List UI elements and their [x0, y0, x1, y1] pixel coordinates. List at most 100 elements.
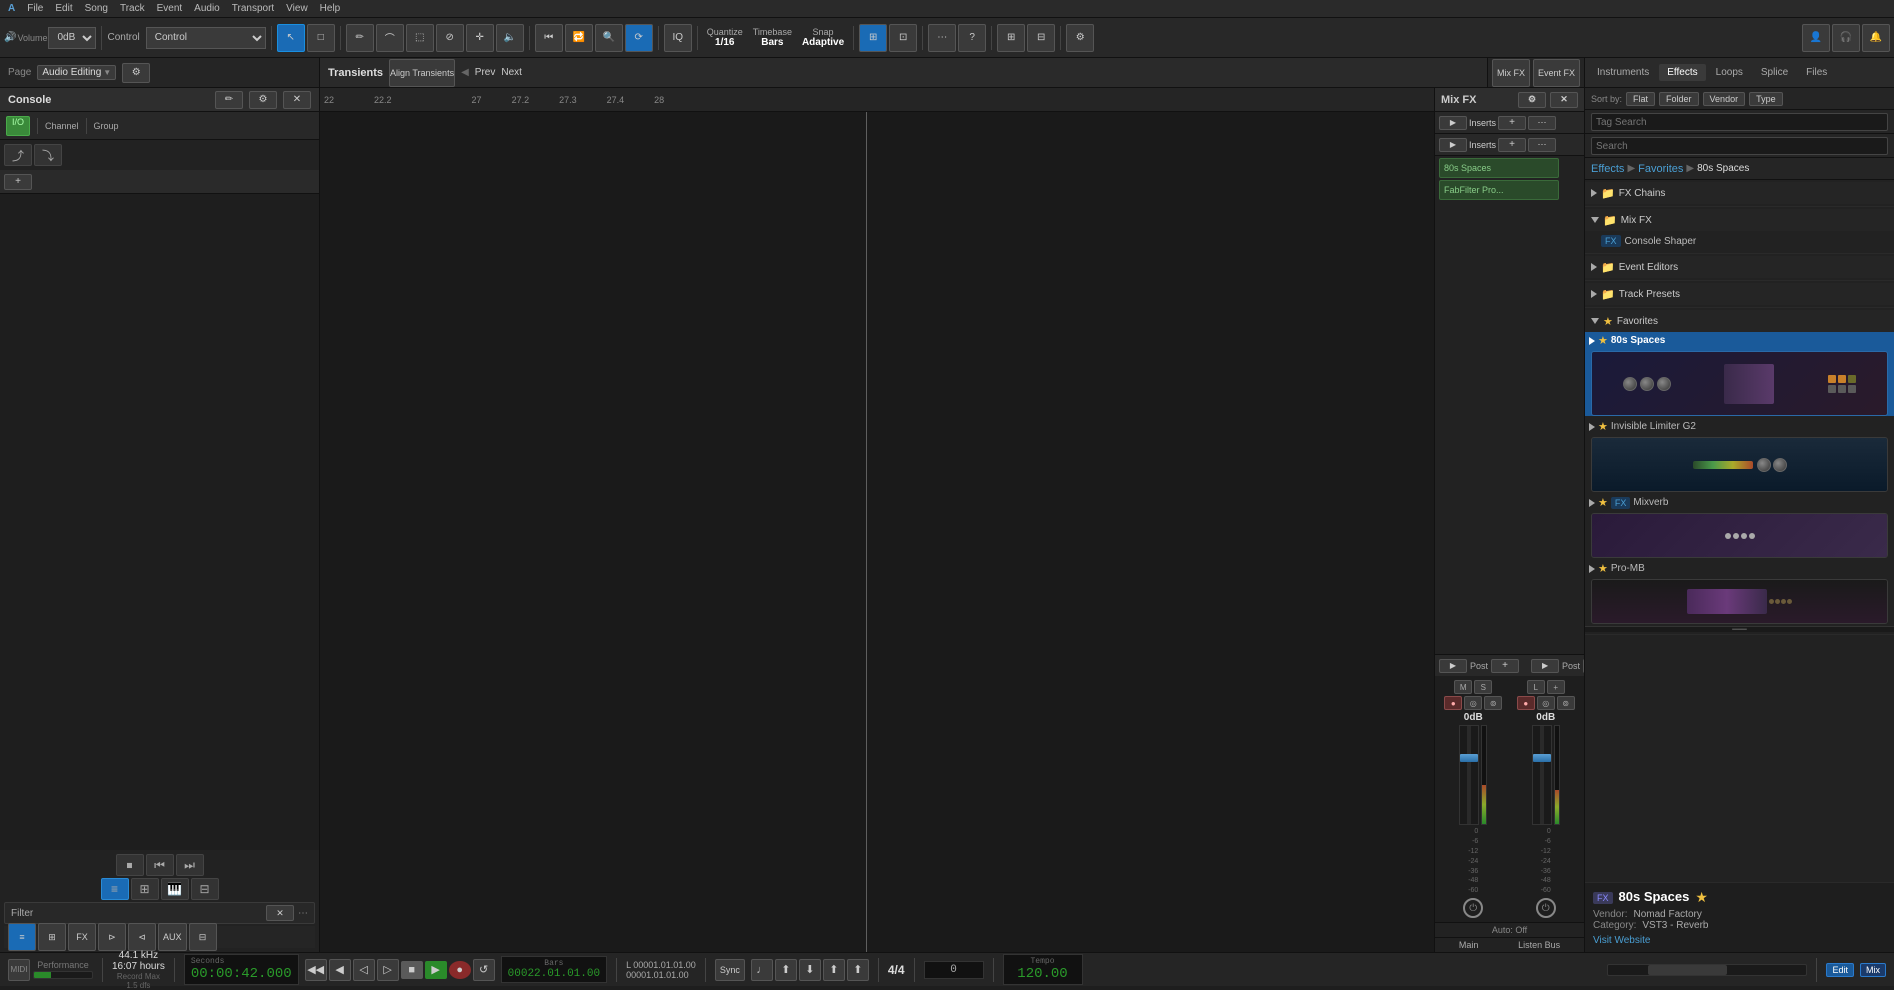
insert-slot-1[interactable]: 80s Spaces	[1439, 158, 1559, 178]
invisible-limiter-header[interactable]: ★ Invisible Limiter G2	[1585, 418, 1894, 435]
menu-audio[interactable]: Audio	[194, 3, 220, 14]
inserts-more-btn1[interactable]: ⋯	[1528, 116, 1556, 130]
timebase-value[interactable]: Bars	[761, 37, 783, 48]
snap-active-btn[interactable]: ⊞	[859, 24, 887, 52]
tag-search-input[interactable]	[1591, 113, 1888, 131]
menu-song[interactable]: Song	[85, 3, 108, 14]
aux-btn4[interactable]: ⊲	[128, 923, 156, 951]
stop-btn[interactable]: ⏹	[116, 854, 144, 876]
mix-fx-panel-btn[interactable]: Mix FX	[1492, 59, 1530, 87]
menu-edit[interactable]: Edit	[55, 3, 72, 14]
tab-files[interactable]: Files	[1798, 64, 1835, 81]
menu-help[interactable]: Help	[320, 3, 341, 14]
tab-splice[interactable]: Splice	[1753, 64, 1796, 81]
l-btn-2[interactable]: L	[1527, 680, 1545, 694]
fader-handle-1[interactable]	[1460, 754, 1478, 762]
transport-prev3-btn[interactable]: ◁	[353, 959, 375, 981]
invisible-limiter-thumbnail[interactable]	[1591, 437, 1888, 492]
select-tool-btn[interactable]: □	[307, 24, 335, 52]
ch-btn2-2[interactable]: ◎	[1537, 696, 1555, 710]
headphone-btn[interactable]: 🎧	[1832, 24, 1860, 52]
power-btn-1[interactable]: ⏻	[1463, 898, 1483, 918]
transport-prev2-btn[interactable]: ◀	[329, 959, 351, 981]
item-console-shaper[interactable]: FX Console Shaper	[1585, 231, 1894, 251]
solo-btn-1[interactable]: S	[1474, 680, 1492, 694]
settings-btn[interactable]: ⚙	[1066, 24, 1094, 52]
console-close-btn[interactable]: ✕	[283, 91, 311, 109]
skip-btn[interactable]: ⏭	[176, 854, 204, 876]
power-btn-2[interactable]: ⏻	[1536, 898, 1556, 918]
mixer-btn[interactable]: ⊟	[191, 878, 219, 900]
control-select[interactable]: Control	[146, 27, 266, 49]
speaker-tool-btn[interactable]: 🔈	[496, 24, 524, 52]
inserts-more-btn2[interactable]: ⋯	[1528, 138, 1556, 152]
80s-spaces-row[interactable]: ★ 80s Spaces	[1585, 332, 1894, 349]
console-nav-down[interactable]: ⤵	[34, 144, 62, 166]
fader-handle-2[interactable]	[1533, 754, 1551, 762]
snap-value[interactable]: Adaptive	[802, 37, 844, 48]
page-settings-btn[interactable]: ⚙	[122, 63, 150, 83]
insert-slot-2[interactable]: FabFilter Pro...	[1439, 180, 1559, 200]
80s-spaces-star[interactable]: ★	[1598, 334, 1608, 347]
sort-type-btn[interactable]: Type	[1749, 92, 1783, 106]
mix-btn[interactable]: Mix	[1860, 963, 1886, 977]
sort-folder-btn[interactable]: Folder	[1659, 92, 1699, 106]
invisible-limiter-star[interactable]: ★	[1598, 420, 1608, 433]
horizontal-scrollbar[interactable]	[1607, 964, 1807, 976]
align-transients-btn[interactable]: Align Transients	[389, 59, 455, 87]
track-presets-header[interactable]: 📁 Track Presets	[1585, 283, 1894, 305]
mute-btn-1[interactable]: M	[1454, 680, 1472, 694]
metro-btn3[interactable]: ⬇	[799, 959, 821, 981]
sort-vendor-btn[interactable]: Vendor	[1703, 92, 1746, 106]
more-tools-btn[interactable]: ⋯	[928, 24, 956, 52]
time-sig-value[interactable]: 4/4	[888, 963, 905, 977]
tab-effects[interactable]: Effects	[1659, 64, 1705, 81]
transport-loop-btn[interactable]: ↺	[473, 959, 495, 981]
ch-btn2-1[interactable]: ◎	[1464, 696, 1482, 710]
next-btn[interactable]: Next	[501, 67, 522, 78]
favorites-header[interactable]: ★ Favorites	[1585, 310, 1894, 332]
search-input[interactable]	[1591, 137, 1888, 155]
post-btn1[interactable]: ▶	[1439, 659, 1467, 673]
visit-website-link[interactable]: Visit Website	[1593, 935, 1650, 946]
menu-file[interactable]: File	[27, 3, 43, 14]
transport-play-btn[interactable]: ▶	[425, 961, 447, 979]
menu-event[interactable]: Event	[157, 3, 183, 14]
event-editors-header[interactable]: 📁 Event Editors	[1585, 256, 1894, 278]
view-btn[interactable]: ⊟	[1027, 24, 1055, 52]
plus-btn-2[interactable]: +	[1547, 680, 1565, 694]
io-btn[interactable]: I/O	[6, 116, 30, 136]
ch-btn3-1[interactable]: ⊚	[1484, 696, 1502, 710]
pencil-tool-btn[interactable]: ✏	[346, 24, 374, 52]
menu-view[interactable]: View	[286, 3, 308, 14]
tab-instruments[interactable]: Instruments	[1589, 64, 1657, 81]
inserts-collapse-btn2[interactable]: ▶	[1439, 138, 1467, 152]
fader-1[interactable]	[1459, 725, 1479, 825]
erase-tool-btn[interactable]: ⬚	[406, 24, 434, 52]
pointer-tool-btn[interactable]: ↖	[277, 24, 305, 52]
pro-mb-thumbnail[interactable]	[1591, 579, 1888, 624]
metro-btn5[interactable]: ⬆	[847, 959, 869, 981]
snap-btn2[interactable]: ⊡	[889, 24, 917, 52]
80s-spaces-thumbnail[interactable]	[1591, 351, 1888, 416]
play-prev-btn[interactable]: ⏮	[146, 854, 174, 876]
console-nav-up[interactable]: ⤴	[4, 144, 32, 166]
transport-stop-btn[interactable]: ■	[401, 961, 423, 979]
grid-btn[interactable]: ⊞	[997, 24, 1025, 52]
zoom-btn[interactable]: 🔍	[595, 24, 623, 52]
iq-btn[interactable]: IQ	[664, 24, 692, 52]
pro-mb-row[interactable]: ★ Pro-MB	[1585, 560, 1894, 577]
breadcrumb-favorites[interactable]: Favorites	[1638, 163, 1683, 175]
rewind-btn[interactable]: ⏮	[535, 24, 563, 52]
aux-btn3[interactable]: ⊳	[98, 923, 126, 951]
inserts-add-btn2[interactable]: +	[1498, 138, 1526, 152]
tab-loops[interactable]: Loops	[1708, 64, 1751, 81]
menu-track[interactable]: Track	[120, 3, 145, 14]
quantize-value[interactable]: 1/16	[715, 37, 734, 48]
edit-btn[interactable]: Edit	[1826, 963, 1854, 977]
volume-select[interactable]: 0dB	[48, 27, 96, 49]
aux-active-btn[interactable]: ≡	[8, 923, 36, 951]
filter-more[interactable]: ⋯	[298, 908, 308, 919]
list-btn[interactable]: ⊞	[131, 878, 159, 900]
menu-transport[interactable]: Transport	[232, 3, 274, 14]
